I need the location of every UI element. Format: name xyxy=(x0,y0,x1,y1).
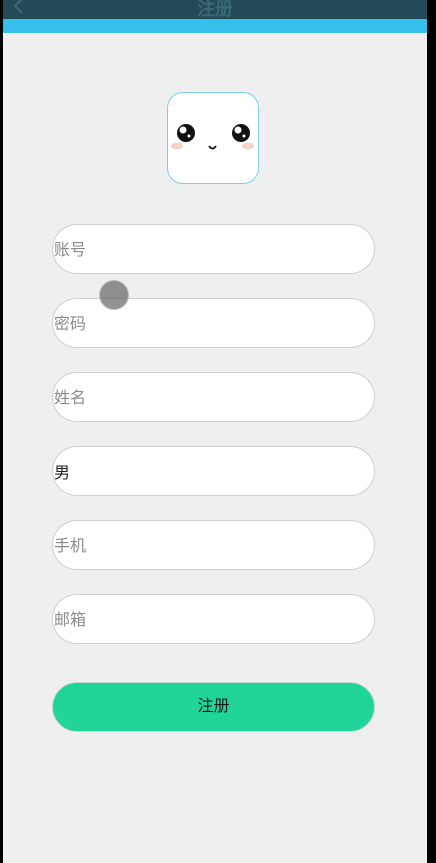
phone-field[interactable] xyxy=(52,520,375,570)
touch-indicator xyxy=(99,280,129,310)
gender-input[interactable] xyxy=(53,447,374,495)
email-field[interactable] xyxy=(52,594,375,644)
account-input[interactable] xyxy=(53,225,374,273)
register-screen: 注册 注册 xyxy=(3,0,427,863)
password-input[interactable] xyxy=(53,299,374,347)
name-field[interactable] xyxy=(52,372,375,422)
password-field[interactable] xyxy=(52,298,375,348)
page-title: 注册 xyxy=(197,0,233,20)
gender-field[interactable] xyxy=(52,446,375,496)
title-bar: 注册 xyxy=(3,0,427,20)
name-input[interactable] xyxy=(53,373,374,421)
register-button[interactable]: 注册 xyxy=(52,682,375,732)
phone-input[interactable] xyxy=(53,521,374,569)
account-field[interactable] xyxy=(52,224,375,274)
email-input[interactable] xyxy=(53,595,374,643)
kawaii-face-icon xyxy=(171,124,254,150)
accent-bar xyxy=(3,19,427,33)
avatar[interactable] xyxy=(167,92,259,184)
